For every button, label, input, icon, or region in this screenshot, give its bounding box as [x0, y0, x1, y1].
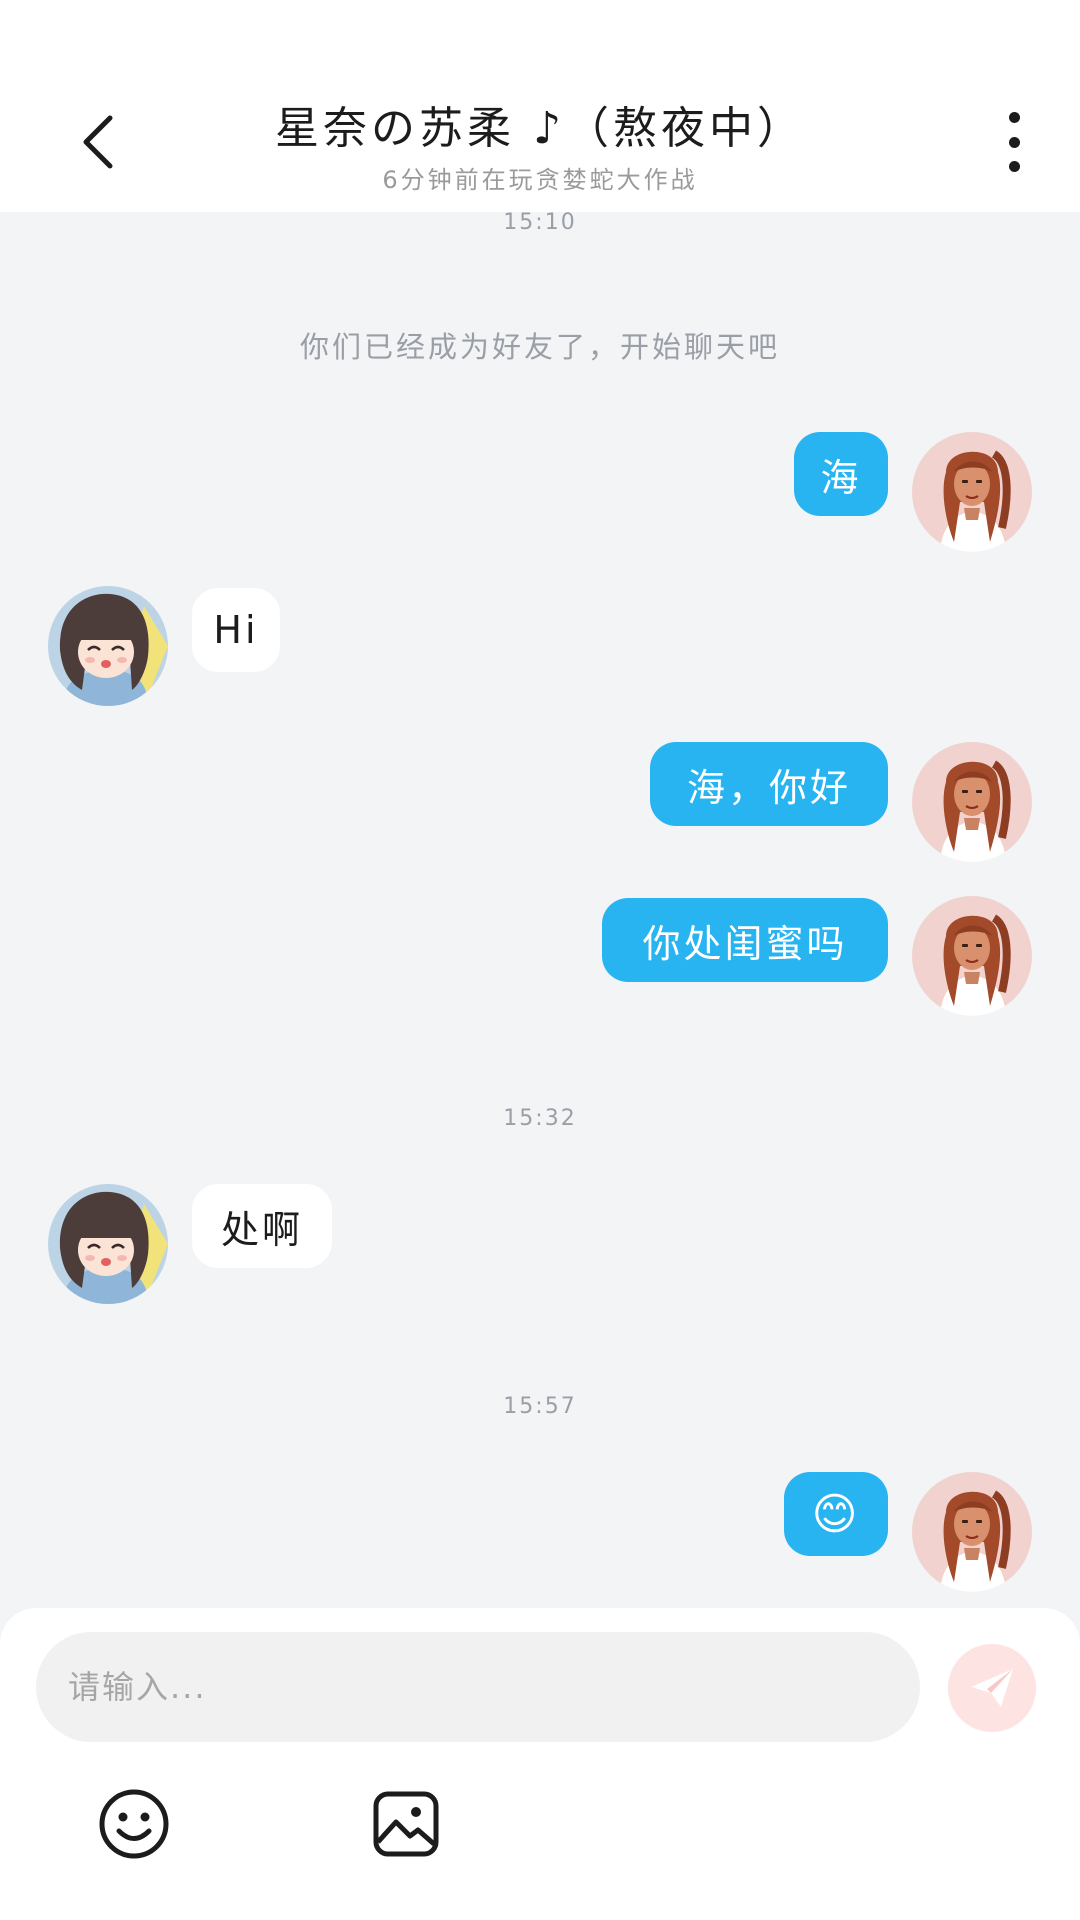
- contact-message-bubble[interactable]: Hi: [192, 588, 280, 672]
- contact-message-bubble[interactable]: 处啊: [192, 1184, 332, 1268]
- input-panel: [0, 1608, 1080, 1920]
- my-avatar[interactable]: [912, 896, 1032, 1016]
- header-titles: 星奈の苏柔 ♪（熬夜中） 6分钟前在玩贪婪蛇大作战: [0, 92, 1080, 195]
- my-avatar[interactable]: [912, 1472, 1032, 1592]
- image-button[interactable]: [370, 1788, 442, 1860]
- more-vertical-icon[interactable]: [992, 112, 1036, 172]
- my-message-bubble[interactable]: 海，你好: [650, 742, 888, 826]
- my-avatar[interactable]: [912, 742, 1032, 862]
- emoji-button[interactable]: [98, 1788, 170, 1860]
- message-input[interactable]: [36, 1632, 920, 1742]
- contact-avatar[interactable]: [48, 586, 168, 706]
- send-button[interactable]: [948, 1644, 1036, 1732]
- contact-name: 星奈の苏柔 ♪（熬夜中）: [274, 103, 806, 154]
- my-message-bubble[interactable]: 海: [794, 432, 888, 516]
- my-avatar[interactable]: [912, 432, 1032, 552]
- my-message-bubble[interactable]: 你处闺蜜吗: [602, 898, 888, 982]
- chat-header: 星奈の苏柔 ♪（熬夜中） 6分钟前在玩贪婪蛇大作战: [0, 0, 1080, 212]
- timestamp: 15:32: [503, 1106, 577, 1131]
- timestamp: 15:57: [503, 1394, 577, 1419]
- timestamp: 15:10: [503, 210, 577, 235]
- image-icon: [373, 1791, 439, 1857]
- send-icon: [971, 1669, 1013, 1707]
- contact-status: 6分钟前在玩贪婪蛇大作战: [382, 166, 698, 194]
- smiley-icon: [99, 1789, 169, 1859]
- my-message-bubble[interactable]: 😊: [784, 1472, 888, 1556]
- contact-avatar[interactable]: [48, 1184, 168, 1304]
- system-note: 你们已经成为好友了，开始聊天吧: [299, 330, 780, 364]
